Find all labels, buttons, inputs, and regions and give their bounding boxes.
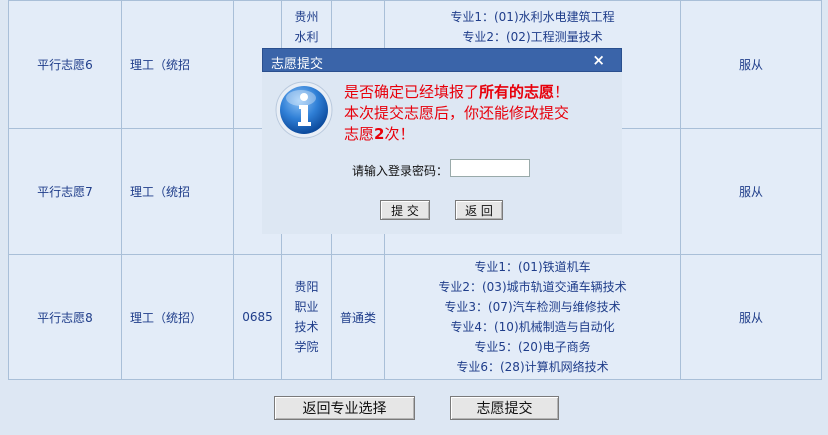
category-cell: 理工（统招 [121, 128, 234, 255]
msg-line3-part: 志愿 [344, 125, 375, 143]
school-name-line: 贵阳 [294, 280, 319, 294]
msg-line1-end: ！ [554, 83, 570, 101]
category-cell: 理工（统招 [121, 0, 234, 129]
msg-line3-end: 次！ [384, 125, 415, 143]
dialog-title: 志愿提交 [271, 57, 324, 72]
category-cell: 理工（统招） [121, 254, 234, 380]
info-icon [275, 81, 333, 139]
close-icon[interactable]: × [592, 51, 605, 69]
dialog-back-button[interactable]: 返 回 [455, 200, 503, 220]
table-row: 平行志愿8 理工（统招） 0685 贵阳 职业 技术 学院 普通类 专业1：(0… [8, 254, 822, 380]
msg-line3-count: 2 [374, 125, 385, 143]
major-item: 专业1：(01)铁道机车 [474, 260, 591, 274]
obey-cell: 服从 [680, 0, 822, 129]
submit-confirm-dialog: 志愿提交 × 是否确定已经填报了所有的志愿！ 本次提交志愿后，你还能修改提交 志… [262, 48, 622, 234]
submit-volunteer-button[interactable]: 志愿提交 [450, 396, 559, 420]
majors-cell: 专业1：(01)铁道机车 专业2：(03)城市轨道交通车辆技术 专业3：(07)… [384, 254, 681, 380]
msg-line1-emphasis: 所有的志愿 [479, 83, 555, 101]
volunteer-name: 平行志愿8 [8, 254, 122, 380]
school-name-line: 水利 [294, 30, 319, 44]
major-item: 专业3：(07)汽车检测与维修技术 [444, 300, 621, 314]
major-item: 专业5：(20)电子商务 [474, 340, 591, 354]
bottom-button-bar: 返回专业选择 志愿提交 [0, 396, 828, 422]
major-item: 专业6：(28)计算机网络技术 [456, 360, 609, 374]
obey-cell: 服从 [680, 128, 822, 255]
school-code-cell: 0685 [233, 254, 282, 380]
school-name-cell: 贵阳 职业 技术 学院 [281, 254, 332, 380]
confirm-message: 是否确定已经填报了所有的志愿！ 本次提交志愿后，你还能修改提交 志愿2次！ [344, 82, 614, 145]
major-item: 专业2：(03)城市轨道交通车辆技术 [438, 280, 627, 294]
volunteer-name: 平行志愿6 [8, 0, 122, 129]
school-name-line: 技术 [294, 320, 319, 334]
major-item: 专业2：(02)工程测量技术 [462, 30, 603, 44]
password-input[interactable] [450, 159, 530, 177]
back-to-major-selection-button[interactable]: 返回专业选择 [274, 396, 415, 420]
school-name-line: 学院 [294, 340, 319, 354]
dialog-title-bar[interactable]: 志愿提交 × [262, 48, 622, 72]
msg-line1-part: 是否确定已经填报了 [344, 83, 480, 101]
school-name-line: 贵州 [294, 10, 319, 24]
major-item: 专业1：(01)水利水电建筑工程 [450, 10, 615, 24]
msg-line2: 本次提交志愿后，你还能修改提交 [344, 104, 570, 122]
dialog-submit-button[interactable]: 提 交 [380, 200, 430, 220]
school-name-line: 职业 [294, 300, 319, 314]
volunteer-name: 平行志愿7 [8, 128, 122, 255]
password-label: 请输入登录密码： [352, 164, 449, 178]
major-item: 专业4：(10)机械制造与自动化 [450, 320, 615, 334]
type-cell: 普通类 [331, 254, 385, 380]
obey-cell: 服从 [680, 254, 822, 380]
